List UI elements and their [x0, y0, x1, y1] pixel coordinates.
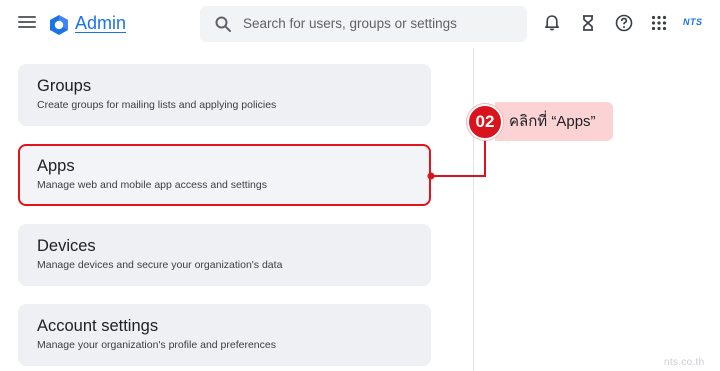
- callout-label: คลิกที่ “Apps”: [495, 102, 613, 141]
- callout-connector: [427, 140, 486, 180]
- callout-step-badge: 02: [467, 104, 503, 140]
- watermark: nts.co.th: [664, 357, 705, 368]
